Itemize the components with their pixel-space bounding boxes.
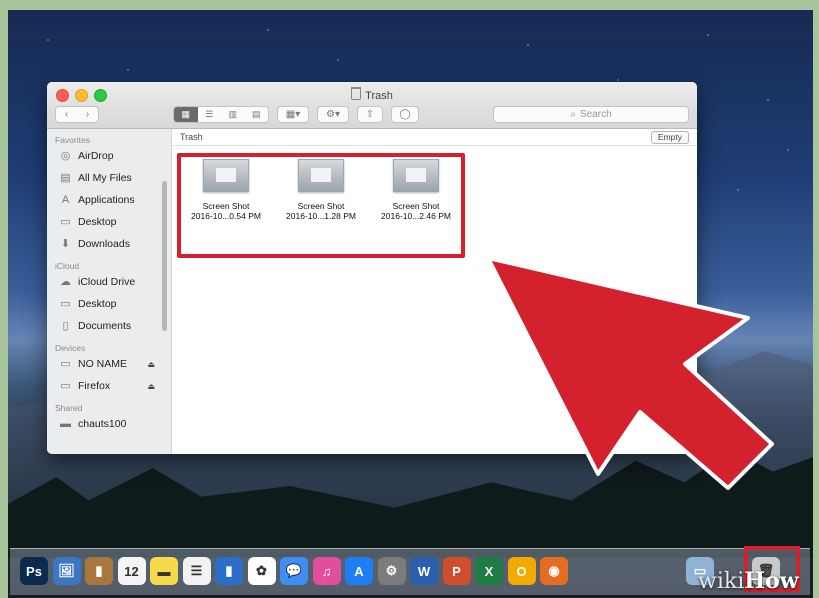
sidebar-header-favorites: Favorites (55, 135, 90, 145)
sidebar-item-icloud-0[interactable]: ☁ iCloud Drive (47, 271, 171, 293)
sidebar-scrollbar[interactable] (162, 181, 167, 331)
word-icon[interactable]: W (410, 557, 438, 585)
toolbar: ‹ › ▦ ☰ ▥ ▤ ▦▾ ⚙▾ ⇧ ◯ ⌕ Search (47, 104, 697, 126)
sidebar-item-label: NO NAME (78, 358, 128, 370)
desktop-icon: ▭ (60, 298, 71, 310)
search-field[interactable]: ⌕ Search (493, 106, 689, 123)
sidebar-item-favorites-4[interactable]: ⬇ Downloads (47, 233, 171, 255)
sidebar-item-label: AirDrop (78, 150, 114, 162)
sidebar-header-devices: Devices (55, 343, 86, 353)
excel-icon[interactable]: X (475, 557, 503, 585)
sidebar-item-favorites-3[interactable]: ▭ Desktop (47, 211, 171, 233)
drive-icon: ▭ (60, 380, 71, 392)
sidebar-item-favorites-2[interactable]: A Applications (47, 189, 171, 211)
path-bar: Trash Empty (172, 129, 697, 146)
book-icon[interactable]: ▮ (215, 557, 243, 585)
downloads-icon: ⬇ (60, 238, 71, 250)
messages-icon[interactable]: 💬 (280, 557, 308, 585)
wikihow-watermark: wikiHow (698, 568, 799, 594)
photoshop-icon[interactable]: Ps (20, 557, 48, 585)
sidebar-header-shared: Shared (55, 403, 83, 413)
column-view-icon[interactable]: ▥ (221, 109, 245, 120)
drive-icon: ▭ (60, 358, 71, 370)
app-store-icon[interactable]: A (345, 557, 373, 585)
sidebar-item-devices-0[interactable]: ▭ NO NAME ⏏ (47, 353, 171, 375)
navigation-buttons: ‹ › (55, 106, 99, 123)
search-icon: ⌕ (570, 109, 576, 120)
share-button[interactable]: ⇧ (357, 106, 383, 123)
sidebar-item-label: Applications (78, 194, 135, 206)
sidebar-item-label: Desktop (78, 216, 117, 228)
powerpoint-icon[interactable]: P (442, 557, 471, 585)
applications-icon: A (61, 194, 70, 206)
firefox-icon[interactable]: ◉ (540, 557, 568, 585)
all-files-icon: ▤ (60, 172, 71, 184)
sidebar-header-icloud: iCloud (55, 261, 80, 271)
action-button[interactable]: ⚙▾ (317, 106, 349, 123)
system-preferences-icon[interactable]: ⚙ (377, 557, 406, 585)
tag-icon: ◯ (399, 109, 411, 120)
computer-icon: ▬ (60, 418, 71, 430)
icon-view-icon[interactable]: ▦ (174, 107, 198, 122)
documents-icon: ▯ (62, 320, 69, 332)
forward-button[interactable]: › (77, 109, 98, 120)
title-bar[interactable]: Trash ‹ › ▦ ☰ ▥ ▤ ▦▾ ⚙▾ ⇧ ◯ ⌕ Search (47, 82, 697, 129)
back-button[interactable]: ‹ (56, 109, 77, 120)
desktop-icon: ▭ (60, 216, 71, 228)
itunes-icon[interactable]: ♫ (312, 557, 341, 585)
sidebar-item-label: All My Files (78, 172, 132, 184)
arrange-button[interactable]: ▦▾ (277, 106, 309, 123)
sidebar-item-icloud-2[interactable]: ▯ Documents (47, 315, 171, 337)
sidebar-item-label: Downloads (78, 238, 130, 250)
outlook-icon[interactable]: O (507, 557, 536, 585)
share-icon: ⇧ (365, 109, 375, 120)
empty-trash-button[interactable]: Empty (650, 131, 689, 144)
files-highlight-box (177, 153, 465, 258)
screenshot-frame: Trash ‹ › ▦ ☰ ▥ ▤ ▦▾ ⚙▾ ⇧ ◯ ⌕ Search Fav… (0, 0, 819, 598)
eject-icon[interactable]: ⏏ (147, 382, 155, 391)
pointer-arrow (486, 256, 774, 490)
sidebar-item-label: Desktop (78, 298, 117, 310)
sidebar-item-favorites-1[interactable]: ▤ All My Files (47, 167, 171, 189)
window-title: Trash (47, 87, 697, 102)
sidebar-item-label: Firefox (78, 380, 111, 392)
arrange-icon: ▦▾ (285, 109, 301, 120)
reminders-icon[interactable]: ☰ (182, 557, 211, 585)
sidebar-item-favorites-0[interactable]: ◎ AirDrop (47, 145, 171, 167)
contacts-icon[interactable]: ▮ (85, 557, 113, 585)
view-switcher: ▦ ☰ ▥ ▤ (173, 106, 269, 123)
sidebar-item-shared-0[interactable]: ▬ chauts100 (47, 413, 171, 435)
cover-flow-icon[interactable]: ▤ (245, 109, 269, 120)
sidebar-item-label: Documents (78, 320, 132, 332)
notes-icon[interactable]: ▬ (150, 557, 178, 585)
sidebar-item-devices-1[interactable]: ▭ Firefox ⏏ (47, 375, 171, 397)
sidebar-item-label: iCloud Drive (78, 276, 136, 288)
photos-icon[interactable]: ✿ (247, 557, 276, 585)
dock: Ps 🖼 ▮ 12 ▬ ☰ ▮ ✿ 💬 ♫ A ⚙ W P X O ◉ ▭ 🗑 (10, 548, 810, 595)
path-label: Trash (180, 132, 203, 142)
preview-icon[interactable]: 🖼 (52, 557, 81, 585)
gear-icon: ⚙▾ (326, 109, 340, 120)
eject-icon[interactable]: ⏏ (147, 360, 155, 369)
calendar-icon[interactable]: 12 (117, 557, 146, 585)
sidebar: Favorites ◎ AirDrop ▤ All My Files A Applicat… (47, 129, 172, 454)
trash-icon (351, 87, 362, 100)
airdrop-icon: ◎ (60, 150, 71, 162)
tag-button[interactable]: ◯ (391, 106, 419, 123)
list-view-icon[interactable]: ☰ (198, 109, 222, 120)
cloud-icon: ☁ (60, 276, 71, 288)
sidebar-item-icloud-1[interactable]: ▭ Desktop (47, 293, 171, 315)
search-placeholder: Search (579, 109, 612, 120)
sidebar-item-label: chauts100 (78, 418, 127, 430)
